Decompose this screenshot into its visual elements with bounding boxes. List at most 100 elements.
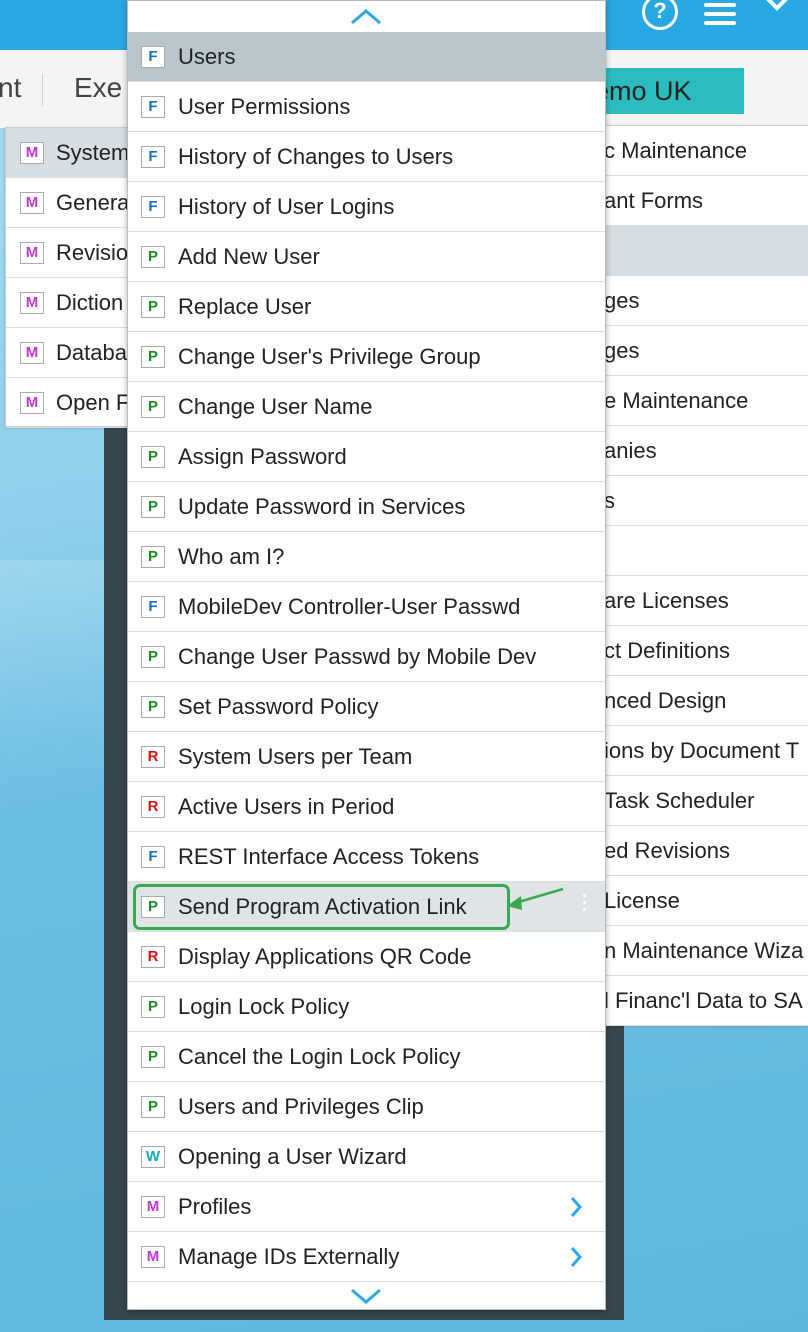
menu-item-label: History of User Logins (178, 194, 395, 219)
menu-item-label: Change User's Privilege Group (178, 344, 481, 369)
right-menu-item[interactable]: e Maintenance (600, 376, 808, 426)
menu-item-label: Display Applications QR Code (178, 944, 472, 969)
left-menu-item[interactable]: M Revision (6, 228, 134, 278)
right-menu-item[interactable]: anies (600, 426, 808, 476)
report-type-icon: R (141, 796, 165, 818)
menu-item-label: Update Password in Services (178, 494, 466, 519)
menu-item-set-password-policy[interactable]: P Set Password Policy (128, 682, 605, 732)
chevron-down-icon[interactable] (760, 0, 794, 14)
menu-item-label: Send Program Activation Link (178, 894, 467, 919)
menu-item-change-passwd-mobile[interactable]: P Change User Passwd by Mobile Dev (128, 632, 605, 682)
menu-item-rest-tokens[interactable]: F REST Interface Access Tokens (128, 832, 605, 882)
hamburger-menu-icon[interactable] (704, 0, 736, 25)
menu-item-label: Add New User (178, 244, 320, 269)
program-type-icon: P (141, 396, 165, 418)
menu-item-add-new-user[interactable]: P Add New User (128, 232, 605, 282)
menu-item-users-privileges-clip[interactable]: P Users and Privileges Clip (128, 1082, 605, 1132)
right-menu-item[interactable]: l Financ'l Data to SA (600, 976, 808, 1026)
left-menu-item[interactable]: M System (6, 128, 134, 178)
menu-item-user-permissions[interactable]: F User Permissions (128, 82, 605, 132)
right-menu-item[interactable] (600, 526, 808, 576)
right-menu-item[interactable] (600, 226, 808, 276)
right-menu-item[interactable]: ges (600, 276, 808, 326)
menu-item-replace-user[interactable]: P Replace User (128, 282, 605, 332)
menu-item-mobiledev-controller[interactable]: F MobileDev Controller-User Passwd (128, 582, 605, 632)
menu-item-who-am-i[interactable]: P Who am I? (128, 532, 605, 582)
right-menu-item[interactable]: n Maintenance Wiza (600, 926, 808, 976)
menu-type-icon: M (20, 192, 44, 214)
left-menu-item[interactable]: M Diction (6, 278, 134, 328)
menu-type-icon: M (20, 392, 44, 414)
menu-item-label: Manage IDs Externally (178, 1244, 400, 1269)
menu-item-update-password-services[interactable]: P Update Password in Services (128, 482, 605, 532)
menu-item-display-qr-code[interactable]: R Display Applications QR Code (128, 932, 605, 982)
program-type-icon: P (141, 1096, 165, 1118)
menu-type-icon: M (20, 342, 44, 364)
menu-item-label: Cancel the Login Lock Policy (178, 1044, 461, 1069)
menu-tab-partial[interactable]: nt (0, 72, 21, 104)
menu-item-user-wizard[interactable]: W Opening a User Wizard (128, 1132, 605, 1182)
menu-item-active-users-period[interactable]: R Active Users in Period (128, 782, 605, 832)
left-menu: M System M General M Revision M Diction … (5, 127, 135, 428)
program-type-icon: P (141, 296, 165, 318)
menu-item-label: Active Users in Period (178, 794, 395, 819)
chevron-up-icon (351, 9, 381, 25)
menu-type-icon: M (20, 292, 44, 314)
right-menu-item[interactable]: s (600, 476, 808, 526)
right-menu-item[interactable]: are Licenses (600, 576, 808, 626)
menu-item-manage-ids[interactable]: M Manage IDs Externally (128, 1232, 605, 1282)
menu-item-label: MobileDev Controller-User Passwd (178, 594, 521, 619)
menu-item-system-users-team[interactable]: R System Users per Team (128, 732, 605, 782)
menu-item-cancel-login-lock[interactable]: P Cancel the Login Lock Policy (128, 1032, 605, 1082)
form-type-icon: F (141, 846, 165, 868)
right-menu-item[interactable]: ant Forms (600, 176, 808, 226)
program-type-icon: P (141, 546, 165, 568)
left-menu-item[interactable]: M General (6, 178, 134, 228)
menu-item-label: Replace User (178, 294, 312, 319)
right-menu-item[interactable]: License (600, 876, 808, 926)
menu-item-profiles[interactable]: M Profiles (128, 1182, 605, 1232)
menu-item-label: Login Lock Policy (178, 994, 350, 1019)
right-menu-item[interactable]: ions by Document T (600, 726, 808, 776)
report-type-icon: R (141, 746, 165, 768)
menu-type-icon: M (141, 1196, 165, 1218)
right-menu-item[interactable]: ges (600, 326, 808, 376)
menu-item-label: Who am I? (178, 544, 285, 569)
program-type-icon: P (141, 346, 165, 368)
menu-item-change-user-name[interactable]: P Change User Name (128, 382, 605, 432)
scroll-up-button[interactable] (128, 1, 605, 32)
divider (42, 74, 43, 106)
menu-item-history-changes[interactable]: F History of Changes to Users (128, 132, 605, 182)
pointer-arrow-icon (507, 887, 564, 910)
menu-item-history-logins[interactable]: F History of User Logins (128, 182, 605, 232)
left-menu-item[interactable]: M Open F (6, 378, 134, 428)
program-type-icon: P (141, 696, 165, 718)
menu-item-change-privilege-group[interactable]: P Change User's Privilege Group (128, 332, 605, 382)
chevron-right-icon (570, 1197, 583, 1217)
menu-item-login-lock-policy[interactable]: P Login Lock Policy (128, 982, 605, 1032)
right-menu-item[interactable]: ct Definitions (600, 626, 808, 676)
right-menu-item[interactable]: c Maintenance (600, 126, 808, 176)
menu-tab-execute[interactable]: Exe (74, 72, 122, 104)
form-type-icon: F (141, 596, 165, 618)
left-menu-item[interactable]: M Databa (6, 328, 134, 378)
wizard-type-icon: W (141, 1146, 165, 1168)
menu-item-label: Users (178, 44, 236, 69)
program-type-icon: P (141, 896, 165, 918)
left-menu-item-label: Databa (56, 340, 127, 365)
menu-item-label: History of Changes to Users (178, 144, 454, 169)
help-circle-icon[interactable]: ? (642, 0, 678, 30)
right-menu-item[interactable]: nced Design (600, 676, 808, 726)
form-type-icon: F (141, 146, 165, 168)
menu-item-label: System Users per Team (178, 744, 413, 769)
menu-item-assign-password[interactable]: P Assign Password (128, 432, 605, 482)
program-type-icon: P (141, 996, 165, 1018)
program-type-icon: P (141, 646, 165, 668)
left-menu-item-label: Revision (56, 240, 134, 265)
more-options-icon[interactable] (583, 894, 587, 920)
scroll-down-button[interactable] (128, 1282, 605, 1313)
menu-item-users[interactable]: F Users (128, 32, 605, 82)
right-menu-item[interactable]: Task Scheduler (600, 776, 808, 826)
program-type-icon: P (141, 246, 165, 268)
right-menu-item[interactable]: ed Revisions (600, 826, 808, 876)
